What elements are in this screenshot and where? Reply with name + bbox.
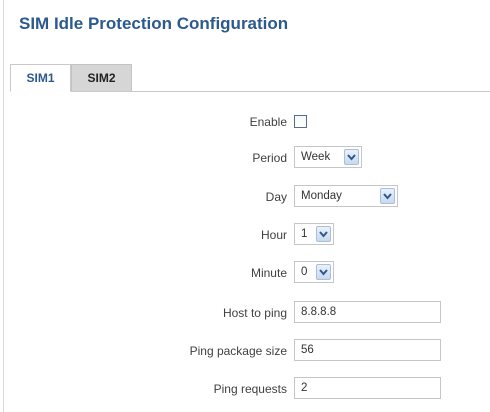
enable-label: Enable xyxy=(249,115,287,129)
period-label: Period xyxy=(252,151,287,165)
tab-sim2[interactable]: SIM2 xyxy=(71,64,132,91)
minute-row: Minute 0 xyxy=(0,261,490,285)
host-input[interactable]: 8.8.8.8 xyxy=(294,301,441,323)
ping-size-row: Ping package size 56 xyxy=(0,339,490,363)
minute-value: 0 xyxy=(301,266,308,278)
enable-checkbox[interactable] xyxy=(294,115,307,128)
ping-requests-label: Ping requests xyxy=(213,382,287,396)
sim-tabs: SIM1 SIM2 xyxy=(10,64,490,92)
ping-size-value: 56 xyxy=(301,344,314,356)
chevron-down-icon[interactable] xyxy=(344,149,359,165)
hour-select[interactable]: 1 xyxy=(294,223,334,245)
day-value: Monday xyxy=(301,190,342,202)
chevron-down-icon[interactable] xyxy=(316,226,331,242)
period-select[interactable]: Week xyxy=(294,146,362,168)
host-value: 8.8.8.8 xyxy=(301,306,337,318)
page-title: SIM Idle Protection Configuration xyxy=(19,14,289,33)
minute-select[interactable]: 0 xyxy=(294,261,334,283)
chevron-down-icon[interactable] xyxy=(316,264,331,280)
hour-label: Hour xyxy=(260,228,287,242)
enable-row: Enable xyxy=(0,110,490,134)
period-value: Week xyxy=(301,151,331,163)
ping-requests-row: Ping requests 2 xyxy=(0,377,490,401)
host-label: Host to ping xyxy=(222,306,287,320)
day-select[interactable]: Monday xyxy=(294,185,398,207)
day-label: Day xyxy=(265,190,287,204)
tab-sim1[interactable]: SIM1 xyxy=(10,64,71,92)
period-row: Period Week xyxy=(0,146,490,170)
ping-requests-value: 2 xyxy=(301,382,308,394)
ping-size-input[interactable]: 56 xyxy=(294,339,441,361)
hour-value: 1 xyxy=(301,228,308,240)
host-row: Host to ping 8.8.8.8 xyxy=(0,301,490,325)
chevron-down-icon[interactable] xyxy=(380,188,395,204)
minute-label: Minute xyxy=(250,266,287,280)
ping-requests-input[interactable]: 2 xyxy=(294,377,441,399)
day-row: Day Monday xyxy=(0,185,490,209)
hour-row: Hour 1 xyxy=(0,223,490,247)
tab-divider xyxy=(10,91,490,92)
ping-size-label: Ping package size xyxy=(189,344,287,358)
